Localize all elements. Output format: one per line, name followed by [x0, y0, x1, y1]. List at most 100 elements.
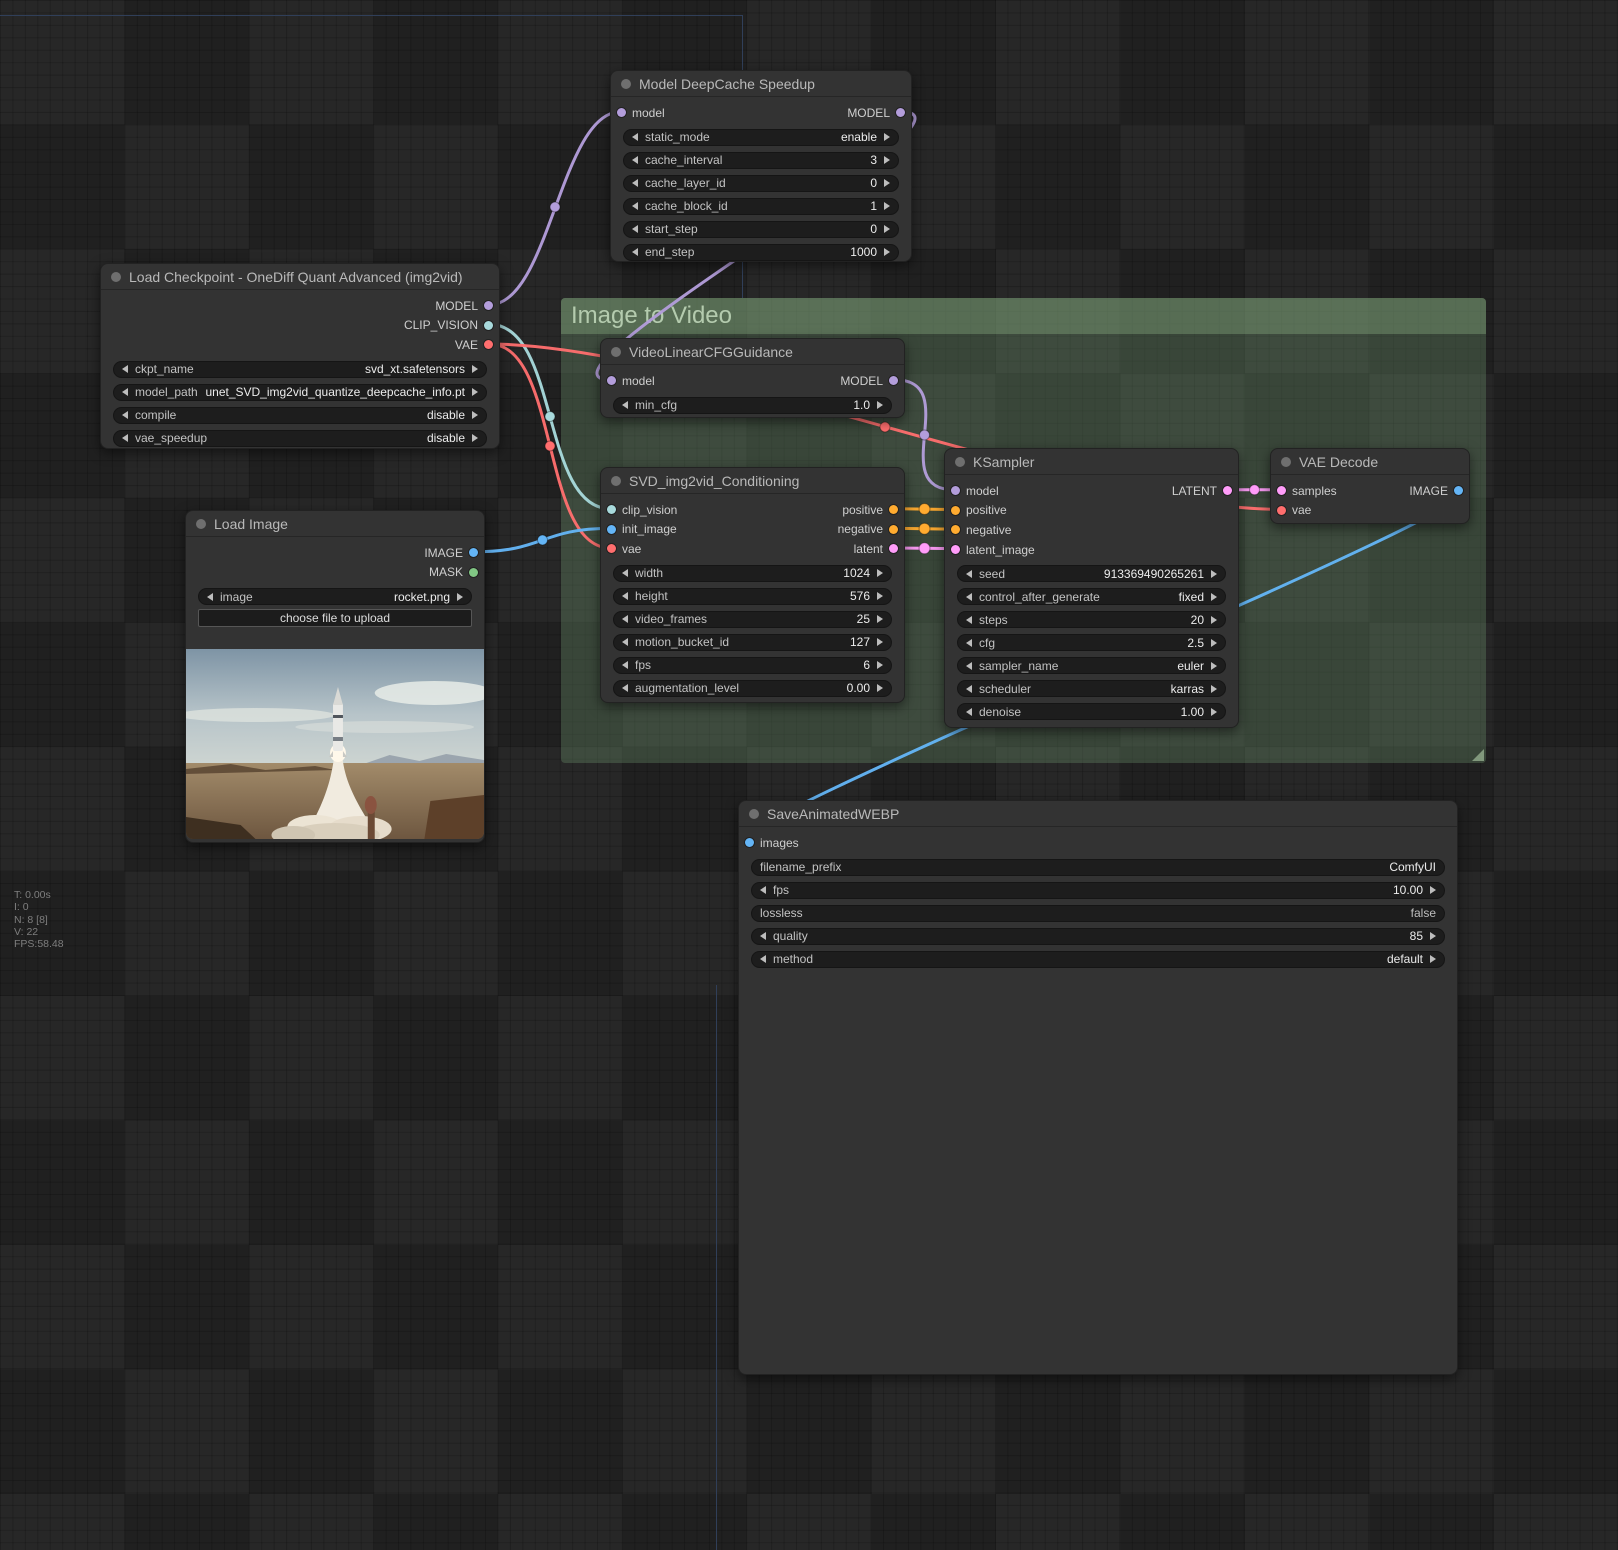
increment-arrow-icon[interactable] — [472, 388, 478, 396]
increment-arrow-icon[interactable] — [472, 411, 478, 419]
choose-file-upload-button[interactable]: choose file to upload — [198, 609, 472, 627]
widget-cfg[interactable]: cfg2.5 — [957, 634, 1226, 651]
increment-arrow-icon[interactable] — [877, 569, 883, 577]
decrement-arrow-icon[interactable] — [966, 593, 972, 601]
increment-arrow-icon[interactable] — [877, 401, 883, 409]
decrement-arrow-icon[interactable] — [966, 616, 972, 624]
node-title-bar[interactable]: VideoLinearCFGGuidance — [601, 339, 904, 365]
input-slot-model[interactable] — [617, 108, 626, 117]
decrement-arrow-icon[interactable] — [122, 365, 128, 373]
increment-arrow-icon[interactable] — [1430, 932, 1436, 940]
output-slot-positive[interactable] — [889, 505, 898, 514]
decrement-arrow-icon[interactable] — [622, 592, 628, 600]
group-title[interactable]: Image to Video — [561, 298, 1486, 334]
increment-arrow-icon[interactable] — [1211, 639, 1217, 647]
input-slot-model[interactable] — [607, 376, 616, 385]
input-slot-model[interactable] — [951, 486, 960, 495]
output-slot-clip-vision[interactable] — [484, 321, 493, 330]
widget-model-path[interactable]: model_pathunet_SVD_img2vid_quantize_deep… — [113, 384, 487, 401]
decrement-arrow-icon[interactable] — [207, 593, 213, 601]
decrement-arrow-icon[interactable] — [632, 133, 638, 141]
decrement-arrow-icon[interactable] — [966, 708, 972, 716]
widget-filename-prefix[interactable]: filename_prefixComfyUI — [751, 859, 1445, 876]
increment-arrow-icon[interactable] — [1211, 708, 1217, 716]
decrement-arrow-icon[interactable] — [622, 661, 628, 669]
input-slot-clip-vision[interactable] — [607, 505, 616, 514]
increment-arrow-icon[interactable] — [1211, 616, 1217, 624]
node-load-checkpoint-onediff[interactable]: Load Checkpoint - OneDiff Quant Advanced… — [100, 263, 500, 449]
decrement-arrow-icon[interactable] — [632, 179, 638, 187]
widget-start-step[interactable]: start_step0 — [623, 221, 899, 238]
node-title-bar[interactable]: VAE Decode — [1271, 449, 1469, 475]
node-save-animated-webp[interactable]: SaveAnimatedWEBP images filename_prefixC… — [738, 800, 1458, 1375]
widget-static-mode[interactable]: static_modeenable — [623, 129, 899, 146]
input-slot-samples[interactable] — [1277, 486, 1286, 495]
node-title-bar[interactable]: Load Checkpoint - OneDiff Quant Advanced… — [101, 264, 499, 290]
input-slot-vae[interactable] — [1277, 506, 1286, 515]
increment-arrow-icon[interactable] — [1211, 685, 1217, 693]
widget-min-cfg[interactable]: min_cfg1.0 — [613, 397, 892, 414]
decrement-arrow-icon[interactable] — [760, 932, 766, 940]
decrement-arrow-icon[interactable] — [760, 955, 766, 963]
decrement-arrow-icon[interactable] — [622, 615, 628, 623]
node-title-bar[interactable]: SVD_img2vid_Conditioning — [601, 468, 904, 494]
input-slot-latent-image[interactable] — [951, 545, 960, 554]
widget-compile[interactable]: compiledisable — [113, 407, 487, 424]
increment-arrow-icon[interactable] — [884, 133, 890, 141]
input-slot-init-image[interactable] — [607, 525, 616, 534]
increment-arrow-icon[interactable] — [472, 365, 478, 373]
decrement-arrow-icon[interactable] — [760, 886, 766, 894]
widget-denoise[interactable]: denoise1.00 — [957, 703, 1226, 720]
node-graph-canvas[interactable]: Image to Video Model DeepCache Speed — [0, 0, 1618, 1550]
output-slot-mask[interactable] — [469, 568, 478, 577]
widget-method[interactable]: methoddefault — [751, 951, 1445, 968]
widget-augmentation-level[interactable]: augmentation_level0.00 — [613, 680, 892, 697]
output-slot-model[interactable] — [484, 301, 493, 310]
widget-fps[interactable]: fps6 — [613, 657, 892, 674]
decrement-arrow-icon[interactable] — [622, 684, 628, 692]
increment-arrow-icon[interactable] — [1211, 570, 1217, 578]
widget-image-filename[interactable]: imagerocket.png — [198, 588, 472, 605]
node-vae-decode[interactable]: VAE Decode samples IMAGE vae — [1270, 448, 1470, 524]
widget-width[interactable]: width1024 — [613, 565, 892, 582]
increment-arrow-icon[interactable] — [1211, 662, 1217, 670]
decrement-arrow-icon[interactable] — [632, 156, 638, 164]
widget-steps[interactable]: steps20 — [957, 611, 1226, 628]
node-svd-img2vid-conditioning[interactable]: SVD_img2vid_Conditioning clip_vision pos… — [600, 467, 905, 703]
output-slot-image[interactable] — [1454, 486, 1463, 495]
decrement-arrow-icon[interactable] — [622, 638, 628, 646]
output-slot-model[interactable] — [889, 376, 898, 385]
decrement-arrow-icon[interactable] — [966, 662, 972, 670]
decrement-arrow-icon[interactable] — [966, 639, 972, 647]
node-title-bar[interactable]: KSampler — [945, 449, 1238, 475]
widget-sampler-name[interactable]: sampler_nameeuler — [957, 657, 1226, 674]
increment-arrow-icon[interactable] — [877, 615, 883, 623]
widget-video-frames[interactable]: video_frames25 — [613, 611, 892, 628]
output-slot-vae[interactable] — [484, 340, 493, 349]
node-load-image[interactable]: Load Image IMAGE MASK imagerocket.png ch… — [185, 510, 485, 843]
widget-ckpt-name[interactable]: ckpt_namesvd_xt.safetensors — [113, 361, 487, 378]
increment-arrow-icon[interactable] — [1211, 593, 1217, 601]
increment-arrow-icon[interactable] — [877, 592, 883, 600]
output-slot-latent[interactable] — [1223, 486, 1232, 495]
increment-arrow-icon[interactable] — [1430, 955, 1436, 963]
decrement-arrow-icon[interactable] — [622, 401, 628, 409]
increment-arrow-icon[interactable] — [884, 156, 890, 164]
increment-arrow-icon[interactable] — [884, 179, 890, 187]
increment-arrow-icon[interactable] — [884, 248, 890, 256]
group-resize-handle[interactable] — [1472, 749, 1484, 761]
widget-vae-speedup[interactable]: vae_speedupdisable — [113, 430, 487, 447]
increment-arrow-icon[interactable] — [457, 593, 463, 601]
decrement-arrow-icon[interactable] — [122, 411, 128, 419]
node-title-bar[interactable]: Model DeepCache Speedup — [611, 71, 911, 97]
widget-control-after-generate[interactable]: control_after_generatefixed — [957, 588, 1226, 605]
decrement-arrow-icon[interactable] — [122, 434, 128, 442]
decrement-arrow-icon[interactable] — [966, 570, 972, 578]
decrement-arrow-icon[interactable] — [622, 569, 628, 577]
node-model-deepcache-speedup[interactable]: Model DeepCache Speedup model MODEL stat… — [610, 70, 912, 262]
output-slot-negative[interactable] — [889, 525, 898, 534]
input-slot-vae[interactable] — [607, 544, 616, 553]
input-slot-negative[interactable] — [951, 525, 960, 534]
widget-height[interactable]: height576 — [613, 588, 892, 605]
output-slot-image[interactable] — [469, 548, 478, 557]
